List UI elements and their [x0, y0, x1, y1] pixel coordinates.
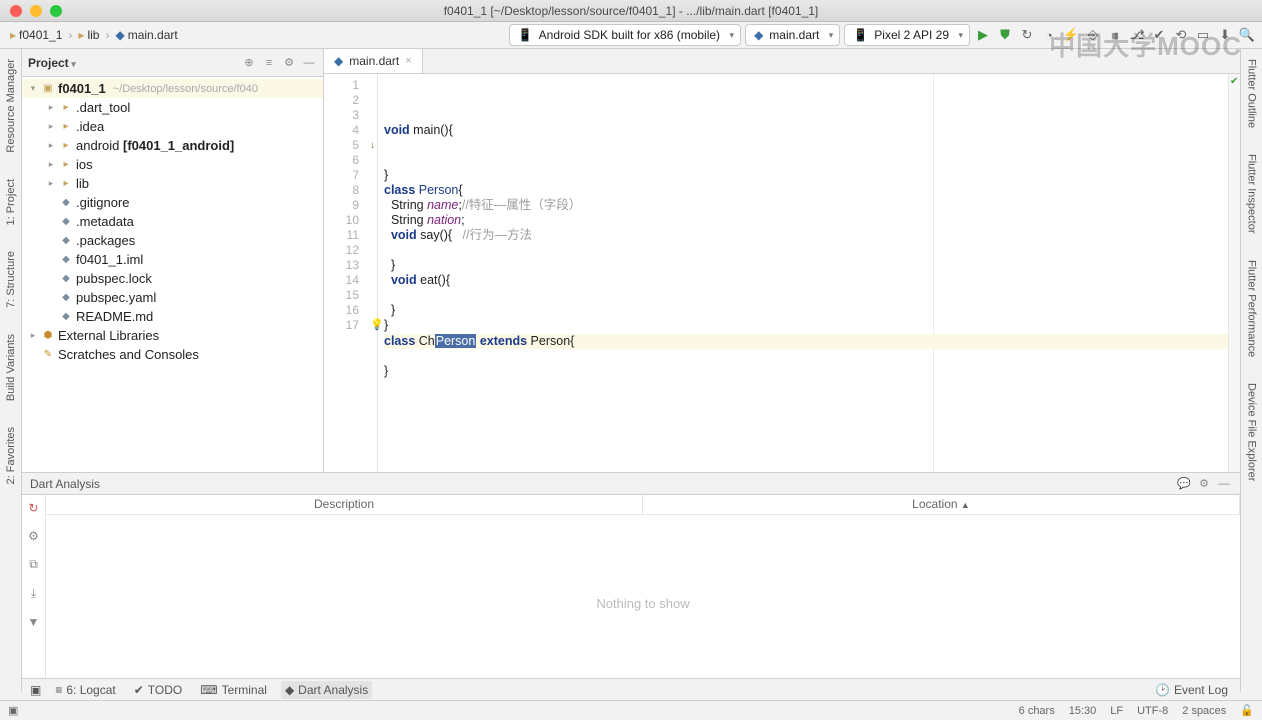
tool-dart-analysis[interactable]: ◆ Dart Analysis [281, 681, 372, 699]
breadcrumb: ▸f0401_1 › ▸lib › ◆main.dart [6, 26, 182, 44]
project-panel-title[interactable]: Project [28, 56, 237, 70]
window-title: f0401_1 [~/Desktop/lesson/source/f0401_1… [0, 4, 1262, 18]
dart-analysis-header: Dart Analysis 💬 ⚙ — [22, 473, 1240, 495]
dart-analysis-panel: Dart Analysis 💬 ⚙ — ↻ ⚙ ⧉ ⤓ ▼ Descriptio… [22, 472, 1240, 692]
status-left-icon[interactable]: ▣ [8, 704, 18, 717]
device-selector[interactable]: 📱Android SDK built for x86 (mobile) [509, 24, 741, 46]
left-tab-build-variants[interactable]: Build Variants [5, 330, 17, 405]
run-icon[interactable]: ▶ [974, 26, 992, 44]
tree-item[interactable]: ◆.metadata [22, 212, 323, 231]
column-location[interactable]: Location ▲ [643, 495, 1240, 514]
sdk-icon[interactable]: ⬇ [1216, 26, 1234, 44]
group-icon[interactable]: ⧉ [29, 557, 38, 572]
right-tab-device-file-explorer[interactable]: Device File Explorer [1246, 379, 1258, 485]
status-line-ending[interactable]: LF [1110, 705, 1123, 717]
stop-icon[interactable]: ■ [1106, 26, 1124, 44]
profile-icon[interactable]: ◔ [1040, 26, 1058, 44]
gear-icon[interactable]: ⚙ [281, 55, 297, 71]
hide-panel-icon[interactable]: — [1216, 476, 1232, 492]
emulator-selector[interactable]: 📱Pixel 2 API 29 [844, 24, 970, 46]
vcs-icon[interactable]: ⎇ [1128, 26, 1146, 44]
editor-tabs: ◆main.dart × [324, 49, 1240, 74]
right-tab-flutter-performance[interactable]: Flutter Performance [1246, 256, 1258, 361]
tree-item[interactable]: ▸android [f0401_1_android] [22, 136, 323, 155]
dart-analysis-toolbar: ↻ ⚙ ⧉ ⤓ ▼ [22, 495, 46, 692]
tool-logcat[interactable]: ≡ 6: Logcat [51, 681, 119, 699]
tree-item[interactable]: ◆.packages [22, 231, 323, 250]
tree-item[interactable]: ◆README.md [22, 307, 323, 326]
debug-icon[interactable]: ⛊ [996, 26, 1014, 44]
status-caret-pos[interactable]: 15:30 [1069, 705, 1097, 717]
dart-analysis-title: Dart Analysis [30, 477, 100, 491]
breadcrumb-file[interactable]: ◆main.dart [111, 26, 181, 44]
analysis-ok-icon: ✔ [1230, 76, 1238, 87]
tree-root[interactable]: ▣ f0401_1 ~/Desktop/lesson/source/f040 [22, 79, 323, 98]
title-bar: f0401_1 [~/Desktop/lesson/source/f0401_1… [0, 0, 1262, 22]
coverage-icon[interactable]: ↻ [1018, 26, 1036, 44]
left-tab-structure[interactable]: 7: Structure [5, 247, 17, 312]
project-panel-header: Project ⊕ ≡ ⚙ — [22, 49, 323, 77]
tree-item[interactable]: ▸ios [22, 155, 323, 174]
settings-icon[interactable]: ⚙ [28, 529, 39, 543]
bottom-tool-buttons: ▣ ≡ 6: Logcat ✔ TODO ⌨ Terminal ◆ Dart A… [22, 678, 1240, 700]
vcs-commit-icon[interactable]: ✔ [1150, 26, 1168, 44]
run-config-selector[interactable]: ◆main.dart [745, 24, 840, 46]
gear-icon[interactable]: ⚙ [1196, 476, 1212, 492]
tree-item[interactable]: ▸.idea [22, 117, 323, 136]
tool-todo[interactable]: ✔ TODO [130, 681, 187, 699]
status-lock-icon[interactable]: 🔓 [1240, 704, 1254, 717]
autoscroll-icon[interactable]: ⤓ [31, 586, 36, 601]
tab-main-dart[interactable]: ◆main.dart × [324, 49, 423, 73]
tree-scratches[interactable]: ✎ Scratches and Consoles [22, 345, 323, 364]
status-chars: 6 chars [1019, 705, 1055, 717]
hot-reload-icon[interactable]: ⚡ [1062, 26, 1080, 44]
tree-item[interactable]: ◆pubspec.yaml [22, 288, 323, 307]
tool-terminal[interactable]: ⌨ Terminal [196, 681, 271, 699]
attach-icon[interactable]: ⎆ [1084, 26, 1102, 44]
tree-external-libraries[interactable]: ⬢ External Libraries [22, 326, 323, 345]
breadcrumb-project[interactable]: ▸f0401_1 [6, 26, 66, 44]
tool-window-menu-icon[interactable]: ▣ [30, 683, 41, 697]
column-description[interactable]: Description [46, 495, 643, 514]
filter-icon[interactable]: ▼ [28, 615, 40, 629]
tree-item[interactable]: ▸lib [22, 174, 323, 193]
status-indent[interactable]: 2 spaces [1182, 705, 1226, 717]
tree-item[interactable]: ◆pubspec.lock [22, 269, 323, 288]
tree-item[interactable]: ◆.gitignore [22, 193, 323, 212]
breadcrumb-folder[interactable]: ▸lib [74, 26, 103, 44]
dart-analysis-empty: Nothing to show [46, 515, 1240, 692]
right-tool-strip: Flutter Outline Flutter Inspector Flutte… [1240, 49, 1262, 692]
hide-panel-icon[interactable]: — [301, 55, 317, 71]
vcs-history-icon[interactable]: ⟲ [1172, 26, 1190, 44]
avd-icon[interactable]: ▭ [1194, 26, 1212, 44]
search-icon[interactable]: 🔍 [1238, 26, 1256, 44]
tool-event-log[interactable]: 🕑 Event Log [1151, 681, 1232, 699]
close-tab-icon[interactable]: × [405, 55, 411, 67]
status-bar: ▣ 6 chars 15:30 LF UTF-8 2 spaces 🔓 [0, 700, 1262, 720]
restart-analysis-icon[interactable]: ↻ [28, 501, 38, 515]
feedback-icon[interactable]: 💬 [1176, 476, 1192, 492]
right-tab-flutter-outline[interactable]: Flutter Outline [1246, 55, 1258, 132]
left-tab-project[interactable]: 1: Project [5, 175, 17, 229]
tree-item[interactable]: ◆f0401_1.iml [22, 250, 323, 269]
right-tab-flutter-inspector[interactable]: Flutter Inspector [1246, 150, 1258, 237]
left-tab-favorites[interactable]: 2: Favorites [5, 423, 17, 488]
toolbar: ▸f0401_1 › ▸lib › ◆main.dart 📱Android SD… [0, 22, 1262, 49]
dart-analysis-table: Description Location ▲ Nothing to show [46, 495, 1240, 692]
left-tool-strip: Resource Manager 1: Project 7: Structure… [0, 49, 22, 692]
status-encoding[interactable]: UTF-8 [1137, 705, 1168, 717]
locate-icon[interactable]: ⊕ [241, 55, 257, 71]
left-tab-resource-manager[interactable]: Resource Manager [5, 55, 17, 157]
tree-item[interactable]: ▸.dart_tool [22, 98, 323, 117]
expand-all-icon[interactable]: ≡ [261, 55, 277, 71]
